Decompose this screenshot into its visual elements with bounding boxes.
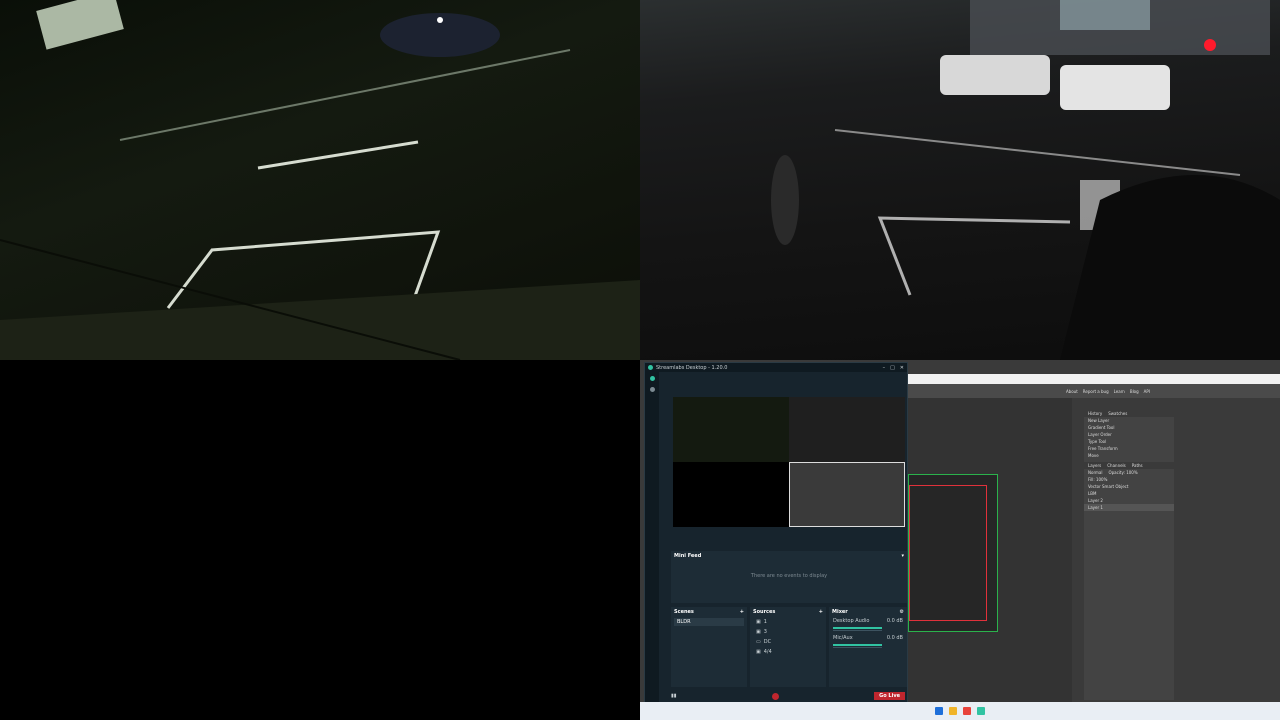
layer-item[interactable]: Vector Smart Object <box>1084 483 1174 490</box>
mixer-settings-icon[interactable]: ⚙ <box>900 609 904 615</box>
camera-1-scene <box>0 0 640 360</box>
start-icon[interactable] <box>935 707 943 715</box>
camera-icon: ▣ <box>756 649 761 655</box>
volume-slider[interactable] <box>833 644 882 646</box>
editor-right-panel: History Swatches New Layer Gradient Tool… <box>1084 410 1174 700</box>
tab-history[interactable]: History <box>1088 411 1102 416</box>
history-item[interactable]: Type Tool <box>1084 438 1174 445</box>
menu-item-api[interactable]: API <box>1144 389 1150 394</box>
scenes-title: Scenes <box>674 608 694 615</box>
menu-item-about[interactable]: About <box>1066 389 1078 394</box>
streamlabs-logo-icon <box>648 365 653 370</box>
history-item[interactable]: Free Transform <box>1084 445 1174 452</box>
mini-feed-title: Mini Feed <box>674 552 702 559</box>
streamlabs-titlebar: Streamlabs Desktop - 1.20.0 – □ ✕ <box>645 363 907 372</box>
empty-feed <box>0 360 640 720</box>
tab-channels[interactable]: Channels <box>1107 463 1126 468</box>
history-item[interactable]: Move <box>1084 452 1174 459</box>
record-button[interactable] <box>771 692 779 700</box>
preview-camera-2 <box>789 397 905 462</box>
streamlabs-taskbar-icon[interactable] <box>977 707 985 715</box>
mixer-channel: Mic/Aux 0.0 dB <box>829 633 907 650</box>
document-canvas[interactable] <box>908 474 998 632</box>
menu-item-learn[interactable]: Learn <box>1114 389 1125 394</box>
maximize-icon[interactable]: □ <box>890 365 895 371</box>
window-title: Streamlabs Desktop - 1.20.0 <box>656 364 728 371</box>
add-source-icon[interactable]: + <box>819 609 823 615</box>
editor-menu-bar: About Report a bug Learn Blog API <box>908 384 1280 398</box>
channel-level: 0.0 dB <box>886 635 903 641</box>
preview-camera-1 <box>673 397 789 462</box>
mini-feed-empty: There are no events to display <box>750 573 828 579</box>
streamlabs-sidebar <box>645 372 659 703</box>
menu-item-report-bug[interactable]: Report a bug <box>1083 389 1109 394</box>
source-label: 3 <box>763 629 767 635</box>
add-scene-icon[interactable]: + <box>740 609 744 615</box>
volume-meter <box>833 630 882 631</box>
desktop-capture: About Report a bug Learn Blog API Histor… <box>640 360 1280 720</box>
mini-feed-panel: Mini Feed ▾ There are no events to displ… <box>671 551 907 603</box>
streamlabs-footer: ▮▮ Go Live <box>659 691 905 701</box>
windows-taskbar <box>640 702 1280 720</box>
blend-mode-select[interactable]: Normal <box>1088 470 1102 475</box>
history-item[interactable]: Layer Order <box>1084 431 1174 438</box>
mixer-panel: Mixer ⚙ Desktop Audio 0.0 dB Mic/Aux 0.0 d… <box>829 607 907 687</box>
camera-feed-2 <box>640 0 1280 360</box>
tab-swatches[interactable]: Swatches <box>1108 411 1127 416</box>
opacity-field[interactable]: Opacity: 100% <box>1108 470 1137 475</box>
camera-icon: ▣ <box>756 619 761 625</box>
source-label: DC <box>763 639 772 645</box>
layer-item[interactable]: Layer 1 <box>1084 504 1174 511</box>
history-item[interactable]: Gradient Tool <box>1084 424 1174 431</box>
sources-panel: Sources + ▣ 1 ▣ 3 ▭ DC ▣ 4/4 <box>750 607 826 687</box>
stats-icon[interactable]: ▮▮ <box>671 693 677 699</box>
camera-icon: ▣ <box>756 629 761 635</box>
tab-paths[interactable]: Paths <box>1132 463 1143 468</box>
layer-item[interactable]: Layer 2 <box>1084 497 1174 504</box>
source-item[interactable]: ▣ 4/4 <box>754 648 822 656</box>
close-icon[interactable]: ✕ <box>900 365 904 371</box>
layer-item[interactable]: LBM <box>1084 490 1174 497</box>
red-frame-shape <box>909 485 987 621</box>
file-explorer-icon[interactable] <box>949 707 957 715</box>
source-item[interactable]: ▭ DC <box>754 638 822 646</box>
go-live-button[interactable]: Go Live <box>874 692 905 700</box>
streamlabs-window: Streamlabs Desktop - 1.20.0 – □ ✕ Mini F… <box>644 362 908 704</box>
browser-toolbar <box>908 374 1280 384</box>
browser-icon[interactable] <box>963 707 971 715</box>
fill-field[interactable]: Fill: 100% <box>1084 476 1174 483</box>
source-label: 1 <box>763 619 767 625</box>
monitor-icon: ▭ <box>756 639 761 645</box>
preview-desktop <box>789 462 905 527</box>
source-label: 4/4 <box>763 649 772 655</box>
history-item[interactable]: New Layer <box>1084 417 1174 424</box>
volume-slider[interactable] <box>833 627 882 629</box>
camera-feed-1 <box>0 0 640 360</box>
filter-icon[interactable]: ▾ <box>901 553 904 559</box>
editor-canvas-area[interactable] <box>908 398 1072 702</box>
mixer-channel: Desktop Audio 0.0 dB <box>829 616 907 633</box>
scene-item[interactable]: BLDR <box>674 618 744 626</box>
sources-title: Sources <box>753 608 776 615</box>
scenes-panel: Scenes + BLDR <box>671 607 747 687</box>
tab-layers[interactable]: Layers <box>1088 463 1101 468</box>
stream-preview[interactable] <box>673 397 905 527</box>
volume-meter <box>833 647 882 648</box>
channel-name: Mic/Aux <box>833 635 853 641</box>
settings-icon[interactable] <box>649 387 655 392</box>
editor-icon[interactable] <box>649 376 655 381</box>
source-item[interactable]: ▣ 1 <box>754 618 822 626</box>
menu-item-blog[interactable]: Blog <box>1130 389 1139 394</box>
channel-name: Desktop Audio <box>833 618 870 624</box>
mixer-title: Mixer <box>832 608 848 615</box>
camera-2-scene <box>771 0 1280 360</box>
channel-level: 0.0 dB <box>886 618 903 624</box>
source-item[interactable]: ▣ 3 <box>754 628 822 636</box>
minimize-icon[interactable]: – <box>883 365 886 371</box>
